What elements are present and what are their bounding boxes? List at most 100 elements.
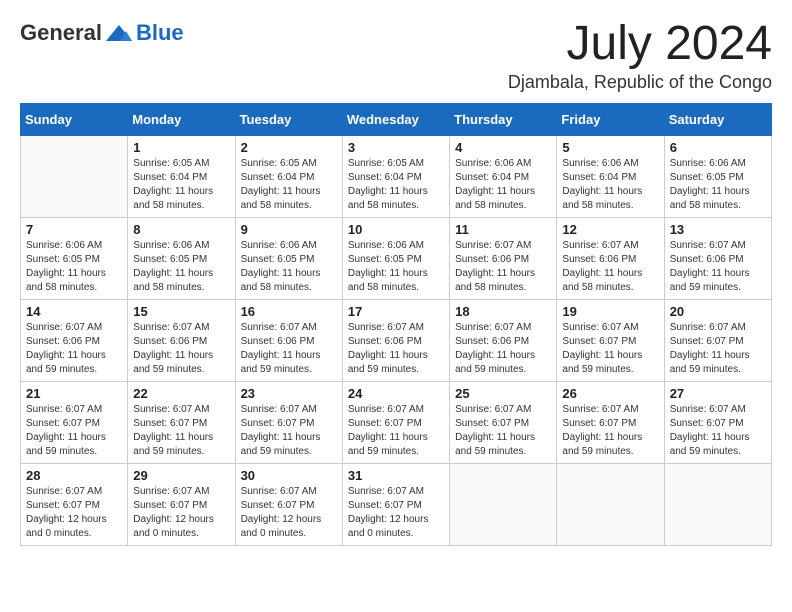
day-header-sunday: Sunday bbox=[21, 104, 128, 136]
day-info: Sunrise: 6:06 AMSunset: 6:05 PMDaylight:… bbox=[670, 157, 766, 213]
day-number: 11 bbox=[455, 222, 551, 237]
calendar-cell: 17 Sunrise: 6:07 AMSunset: 6:06 PMDayligh… bbox=[342, 300, 449, 382]
day-number: 8 bbox=[133, 222, 229, 237]
day-number: 30 bbox=[241, 468, 337, 483]
calendar-cell: 5Sunrise: 6:06 AMSunset: 6:04 PMDaylight… bbox=[557, 136, 664, 218]
day-number: 26 bbox=[562, 386, 658, 401]
day-info: Sunrise: 6:07 AMSunset: 6:06 PMDaylight:… bbox=[26, 321, 122, 377]
day-info: Sunrise: 6:07 AMSunset: 6:07 PMDaylight:… bbox=[26, 403, 122, 459]
week-row-2: 7 Sunrise: 6:06 AMSunset: 6:05 PMDaylight… bbox=[21, 218, 772, 300]
calendar-cell: 21Sunrise: 6:07 AMSunset: 6:07 PMDayligh… bbox=[21, 382, 128, 464]
day-number: 7 bbox=[26, 222, 122, 237]
calendar-cell bbox=[664, 464, 771, 546]
calendar-cell: 15Sunrise: 6:07 AMSunset: 6:06 PMDayligh… bbox=[128, 300, 235, 382]
title-section: July 2024 Djambala, Republic of the Cong… bbox=[508, 20, 772, 93]
calendar-cell: 4 Sunrise: 6:06 AMSunset: 6:04 PMDaylight… bbox=[450, 136, 557, 218]
day-number: 28 bbox=[26, 468, 122, 483]
day-info: Sunrise: 6:07 AMSunset: 6:06 PMDaylight:… bbox=[241, 321, 337, 377]
day-info: Sunrise: 6:07 AMSunset: 6:07 PMDaylight:… bbox=[348, 485, 444, 541]
calendar-cell: 2 Sunrise: 6:05 AMSunset: 6:04 PMDaylight… bbox=[235, 136, 342, 218]
calendar-header-row: SundayMondayTuesdayWednesdayThursdayFrid… bbox=[21, 104, 772, 136]
day-info: Sunrise: 6:05 AMSunset: 6:04 PMDaylight:… bbox=[348, 157, 444, 213]
calendar-cell: 7 Sunrise: 6:06 AMSunset: 6:05 PMDaylight… bbox=[21, 218, 128, 300]
day-number: 14 bbox=[26, 304, 122, 319]
day-number: 22 bbox=[133, 386, 229, 401]
calendar-cell: 13 Sunrise: 6:07 AMSunset: 6:06 PMDayligh… bbox=[664, 218, 771, 300]
week-row-5: 28 Sunrise: 6:07 AMSunset: 6:07 PMDayligh… bbox=[21, 464, 772, 546]
day-info: Sunrise: 6:07 AMSunset: 6:06 PMDaylight:… bbox=[348, 321, 444, 377]
calendar-cell: 1 Sunrise: 6:05 AMSunset: 6:04 PMDaylight… bbox=[128, 136, 235, 218]
day-number: 2 bbox=[241, 140, 337, 155]
day-number: 3 bbox=[348, 140, 444, 155]
logo-blue-text: Blue bbox=[136, 20, 184, 46]
calendar-table: SundayMondayTuesdayWednesdayThursdayFrid… bbox=[20, 103, 772, 546]
calendar-cell: 8 Sunrise: 6:06 AMSunset: 6:05 PMDaylight… bbox=[128, 218, 235, 300]
week-row-3: 14 Sunrise: 6:07 AMSunset: 6:06 PMDayligh… bbox=[21, 300, 772, 382]
calendar-cell: 31 Sunrise: 6:07 AMSunset: 6:07 PMDayligh… bbox=[342, 464, 449, 546]
calendar-body: 1 Sunrise: 6:05 AMSunset: 6:04 PMDaylight… bbox=[21, 136, 772, 546]
day-number: 17 bbox=[348, 304, 444, 319]
day-number: 12 bbox=[562, 222, 658, 237]
calendar-cell: 23Sunrise: 6:07 AMSunset: 6:07 PMDayligh… bbox=[235, 382, 342, 464]
day-number: 15 bbox=[133, 304, 229, 319]
day-info: Sunrise: 6:07 AMSunset: 6:06 PMDaylight:… bbox=[670, 239, 766, 295]
day-info: Sunrise: 6:07 AMSunset: 6:07 PMDaylight:… bbox=[670, 403, 766, 459]
day-number: 4 bbox=[455, 140, 551, 155]
day-info: Sunrise: 6:07 AMSunset: 6:07 PMDaylight:… bbox=[348, 403, 444, 459]
month-title: July 2024 bbox=[508, 20, 772, 68]
day-number: 13 bbox=[670, 222, 766, 237]
day-number: 29 bbox=[133, 468, 229, 483]
calendar-cell bbox=[21, 136, 128, 218]
day-header-monday: Monday bbox=[128, 104, 235, 136]
logo-icon bbox=[104, 23, 134, 43]
header: General Blue July 2024 Djambala, Republi… bbox=[20, 20, 772, 93]
day-header-wednesday: Wednesday bbox=[342, 104, 449, 136]
day-info: Sunrise: 6:07 AMSunset: 6:06 PMDaylight:… bbox=[455, 321, 551, 377]
week-row-1: 1 Sunrise: 6:05 AMSunset: 6:04 PMDaylight… bbox=[21, 136, 772, 218]
calendar-cell: 6 Sunrise: 6:06 AMSunset: 6:05 PMDaylight… bbox=[664, 136, 771, 218]
calendar-cell: 30 Sunrise: 6:07 AMSunset: 6:07 PMDayligh… bbox=[235, 464, 342, 546]
day-number: 20 bbox=[670, 304, 766, 319]
day-info: Sunrise: 6:06 AMSunset: 6:05 PMDaylight:… bbox=[241, 239, 337, 295]
day-number: 6 bbox=[670, 140, 766, 155]
day-info: Sunrise: 6:07 AMSunset: 6:07 PMDaylight:… bbox=[562, 403, 658, 459]
calendar-cell: 10Sunrise: 6:06 AMSunset: 6:05 PMDayligh… bbox=[342, 218, 449, 300]
day-info: Sunrise: 6:07 AMSunset: 6:07 PMDaylight:… bbox=[455, 403, 551, 459]
day-info: Sunrise: 6:07 AMSunset: 6:07 PMDaylight:… bbox=[133, 403, 229, 459]
calendar-cell bbox=[557, 464, 664, 546]
calendar-cell: 14 Sunrise: 6:07 AMSunset: 6:06 PMDayligh… bbox=[21, 300, 128, 382]
calendar-cell: 20 Sunrise: 6:07 AMSunset: 6:07 PMDayligh… bbox=[664, 300, 771, 382]
day-info: Sunrise: 6:05 AMSunset: 6:04 PMDaylight:… bbox=[241, 157, 337, 213]
calendar-cell: 18Sunrise: 6:07 AMSunset: 6:06 PMDayligh… bbox=[450, 300, 557, 382]
day-number: 27 bbox=[670, 386, 766, 401]
day-info: Sunrise: 6:07 AMSunset: 6:07 PMDaylight:… bbox=[562, 321, 658, 377]
calendar-cell: 24 Sunrise: 6:07 AMSunset: 6:07 PMDayligh… bbox=[342, 382, 449, 464]
day-number: 24 bbox=[348, 386, 444, 401]
day-info: Sunrise: 6:06 AMSunset: 6:05 PMDaylight:… bbox=[26, 239, 122, 295]
day-info: Sunrise: 6:07 AMSunset: 6:07 PMDaylight:… bbox=[241, 485, 337, 541]
day-header-saturday: Saturday bbox=[664, 104, 771, 136]
calendar-cell: 9Sunrise: 6:06 AMSunset: 6:05 PMDaylight… bbox=[235, 218, 342, 300]
day-number: 16 bbox=[241, 304, 337, 319]
day-info: Sunrise: 6:06 AMSunset: 6:04 PMDaylight:… bbox=[455, 157, 551, 213]
calendar-cell bbox=[450, 464, 557, 546]
day-number: 25 bbox=[455, 386, 551, 401]
day-info: Sunrise: 6:06 AMSunset: 6:05 PMDaylight:… bbox=[133, 239, 229, 295]
day-header-thursday: Thursday bbox=[450, 104, 557, 136]
day-info: Sunrise: 6:07 AMSunset: 6:07 PMDaylight:… bbox=[26, 485, 122, 541]
week-row-4: 21Sunrise: 6:07 AMSunset: 6:07 PMDayligh… bbox=[21, 382, 772, 464]
day-info: Sunrise: 6:05 AMSunset: 6:04 PMDaylight:… bbox=[133, 157, 229, 213]
location-title: Djambala, Republic of the Congo bbox=[508, 72, 772, 93]
day-info: Sunrise: 6:07 AMSunset: 6:06 PMDaylight:… bbox=[455, 239, 551, 295]
logo: General Blue bbox=[20, 20, 184, 46]
logo-general-text: General bbox=[20, 20, 102, 46]
day-info: Sunrise: 6:06 AMSunset: 6:04 PMDaylight:… bbox=[562, 157, 658, 213]
day-number: 31 bbox=[348, 468, 444, 483]
calendar-cell: 3 Sunrise: 6:05 AMSunset: 6:04 PMDaylight… bbox=[342, 136, 449, 218]
calendar-cell: 19Sunrise: 6:07 AMSunset: 6:07 PMDayligh… bbox=[557, 300, 664, 382]
day-header-friday: Friday bbox=[557, 104, 664, 136]
day-number: 1 bbox=[133, 140, 229, 155]
calendar-cell: 26 Sunrise: 6:07 AMSunset: 6:07 PMDayligh… bbox=[557, 382, 664, 464]
day-info: Sunrise: 6:07 AMSunset: 6:07 PMDaylight:… bbox=[670, 321, 766, 377]
calendar-cell: 29Sunrise: 6:07 AMSunset: 6:07 PMDayligh… bbox=[128, 464, 235, 546]
